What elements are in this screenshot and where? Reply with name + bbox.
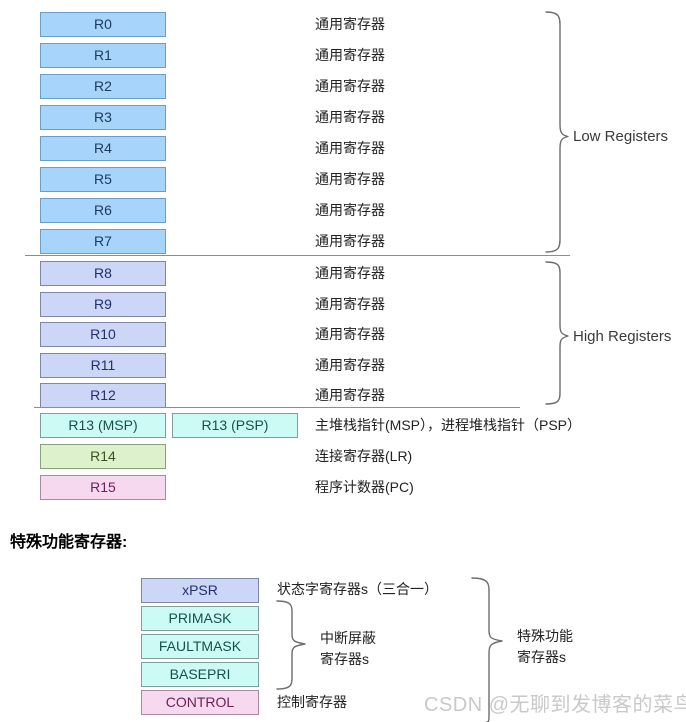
register-architecture-diagram: R0 R1 R2 R3 R4 R5 R6 R7 R8 R9 R10 R11 R1… [0,0,686,722]
desc-r12: 通用寄存器 [315,387,385,403]
register-box-r3[interactable]: R3 [40,105,166,130]
desc-r14: 连接寄存器(LR) [315,448,413,464]
desc-r7: 通用寄存器 [315,233,385,249]
register-box-r2[interactable]: R2 [40,74,166,99]
desc-r6: 通用寄存器 [315,202,385,218]
register-box-r9[interactable]: R9 [40,292,166,317]
register-box-xpsr[interactable]: xPSR [141,578,259,603]
register-box-r14[interactable]: R14 [40,444,166,469]
desc-r5: 通用寄存器 [315,171,385,187]
desc-r4: 通用寄存器 [315,140,385,156]
register-box-r12[interactable]: R12 [40,383,166,408]
register-box-r6[interactable]: R6 [40,198,166,223]
register-box-faultmask[interactable]: FAULTMASK [141,634,259,659]
brace-high-registers [545,261,569,405]
watermark-text: CSDN @无聊到发博客的菜鸟 [424,694,686,716]
desc-r15: 程序计数器(PC) [315,479,414,495]
register-box-basepri[interactable]: BASEPRI [141,662,259,687]
register-box-r13-msp[interactable]: R13 (MSP) [40,413,166,438]
desc-mask-line1: 中断屏蔽 [320,630,376,646]
brace-low-registers [545,11,569,253]
desc-mask-line2: 寄存器s [320,651,369,667]
register-box-r7[interactable]: R7 [40,229,166,254]
group-label-low-registers: Low Registers [573,128,669,145]
desc-r2: 通用寄存器 [315,78,385,94]
desc-control: 控制寄存器 [277,694,347,710]
desc-r11: 通用寄存器 [315,357,385,373]
register-box-r0[interactable]: R0 [40,12,166,37]
desc-r13: 主堆栈指针(MSP），进程堆栈指针（PSP） [315,417,582,433]
register-box-r1[interactable]: R1 [40,43,166,68]
register-box-r4[interactable]: R4 [40,136,166,161]
desc-xpsr: 状态字寄存器s（三合一） [277,581,438,597]
group-label-high-registers: High Registers [573,328,672,345]
section-title-special-registers: 特殊功能寄存器: [10,534,128,551]
register-box-r15[interactable]: R15 [40,475,166,500]
desc-r8: 通用寄存器 [315,265,385,281]
desc-outer-line1: 特殊功能 [517,628,573,644]
desc-r10: 通用寄存器 [315,326,385,342]
desc-outer-line2: 寄存器s [517,649,566,665]
register-box-r13-psp[interactable]: R13 (PSP) [172,413,298,438]
register-box-r11[interactable]: R11 [40,353,166,378]
register-box-r10[interactable]: R10 [40,322,166,347]
register-box-primask[interactable]: PRIMASK [141,606,259,631]
desc-r9: 通用寄存器 [315,296,385,312]
separator-high-special [34,407,520,408]
register-box-control[interactable]: CONTROL [141,690,259,715]
desc-r0: 通用寄存器 [315,16,385,32]
separator-low-high [25,255,570,256]
desc-r3: 通用寄存器 [315,109,385,125]
desc-r1: 通用寄存器 [315,47,385,63]
register-box-r5[interactable]: R5 [40,167,166,192]
brace-interrupt-mask [276,600,306,690]
register-box-r8[interactable]: R8 [40,261,166,286]
